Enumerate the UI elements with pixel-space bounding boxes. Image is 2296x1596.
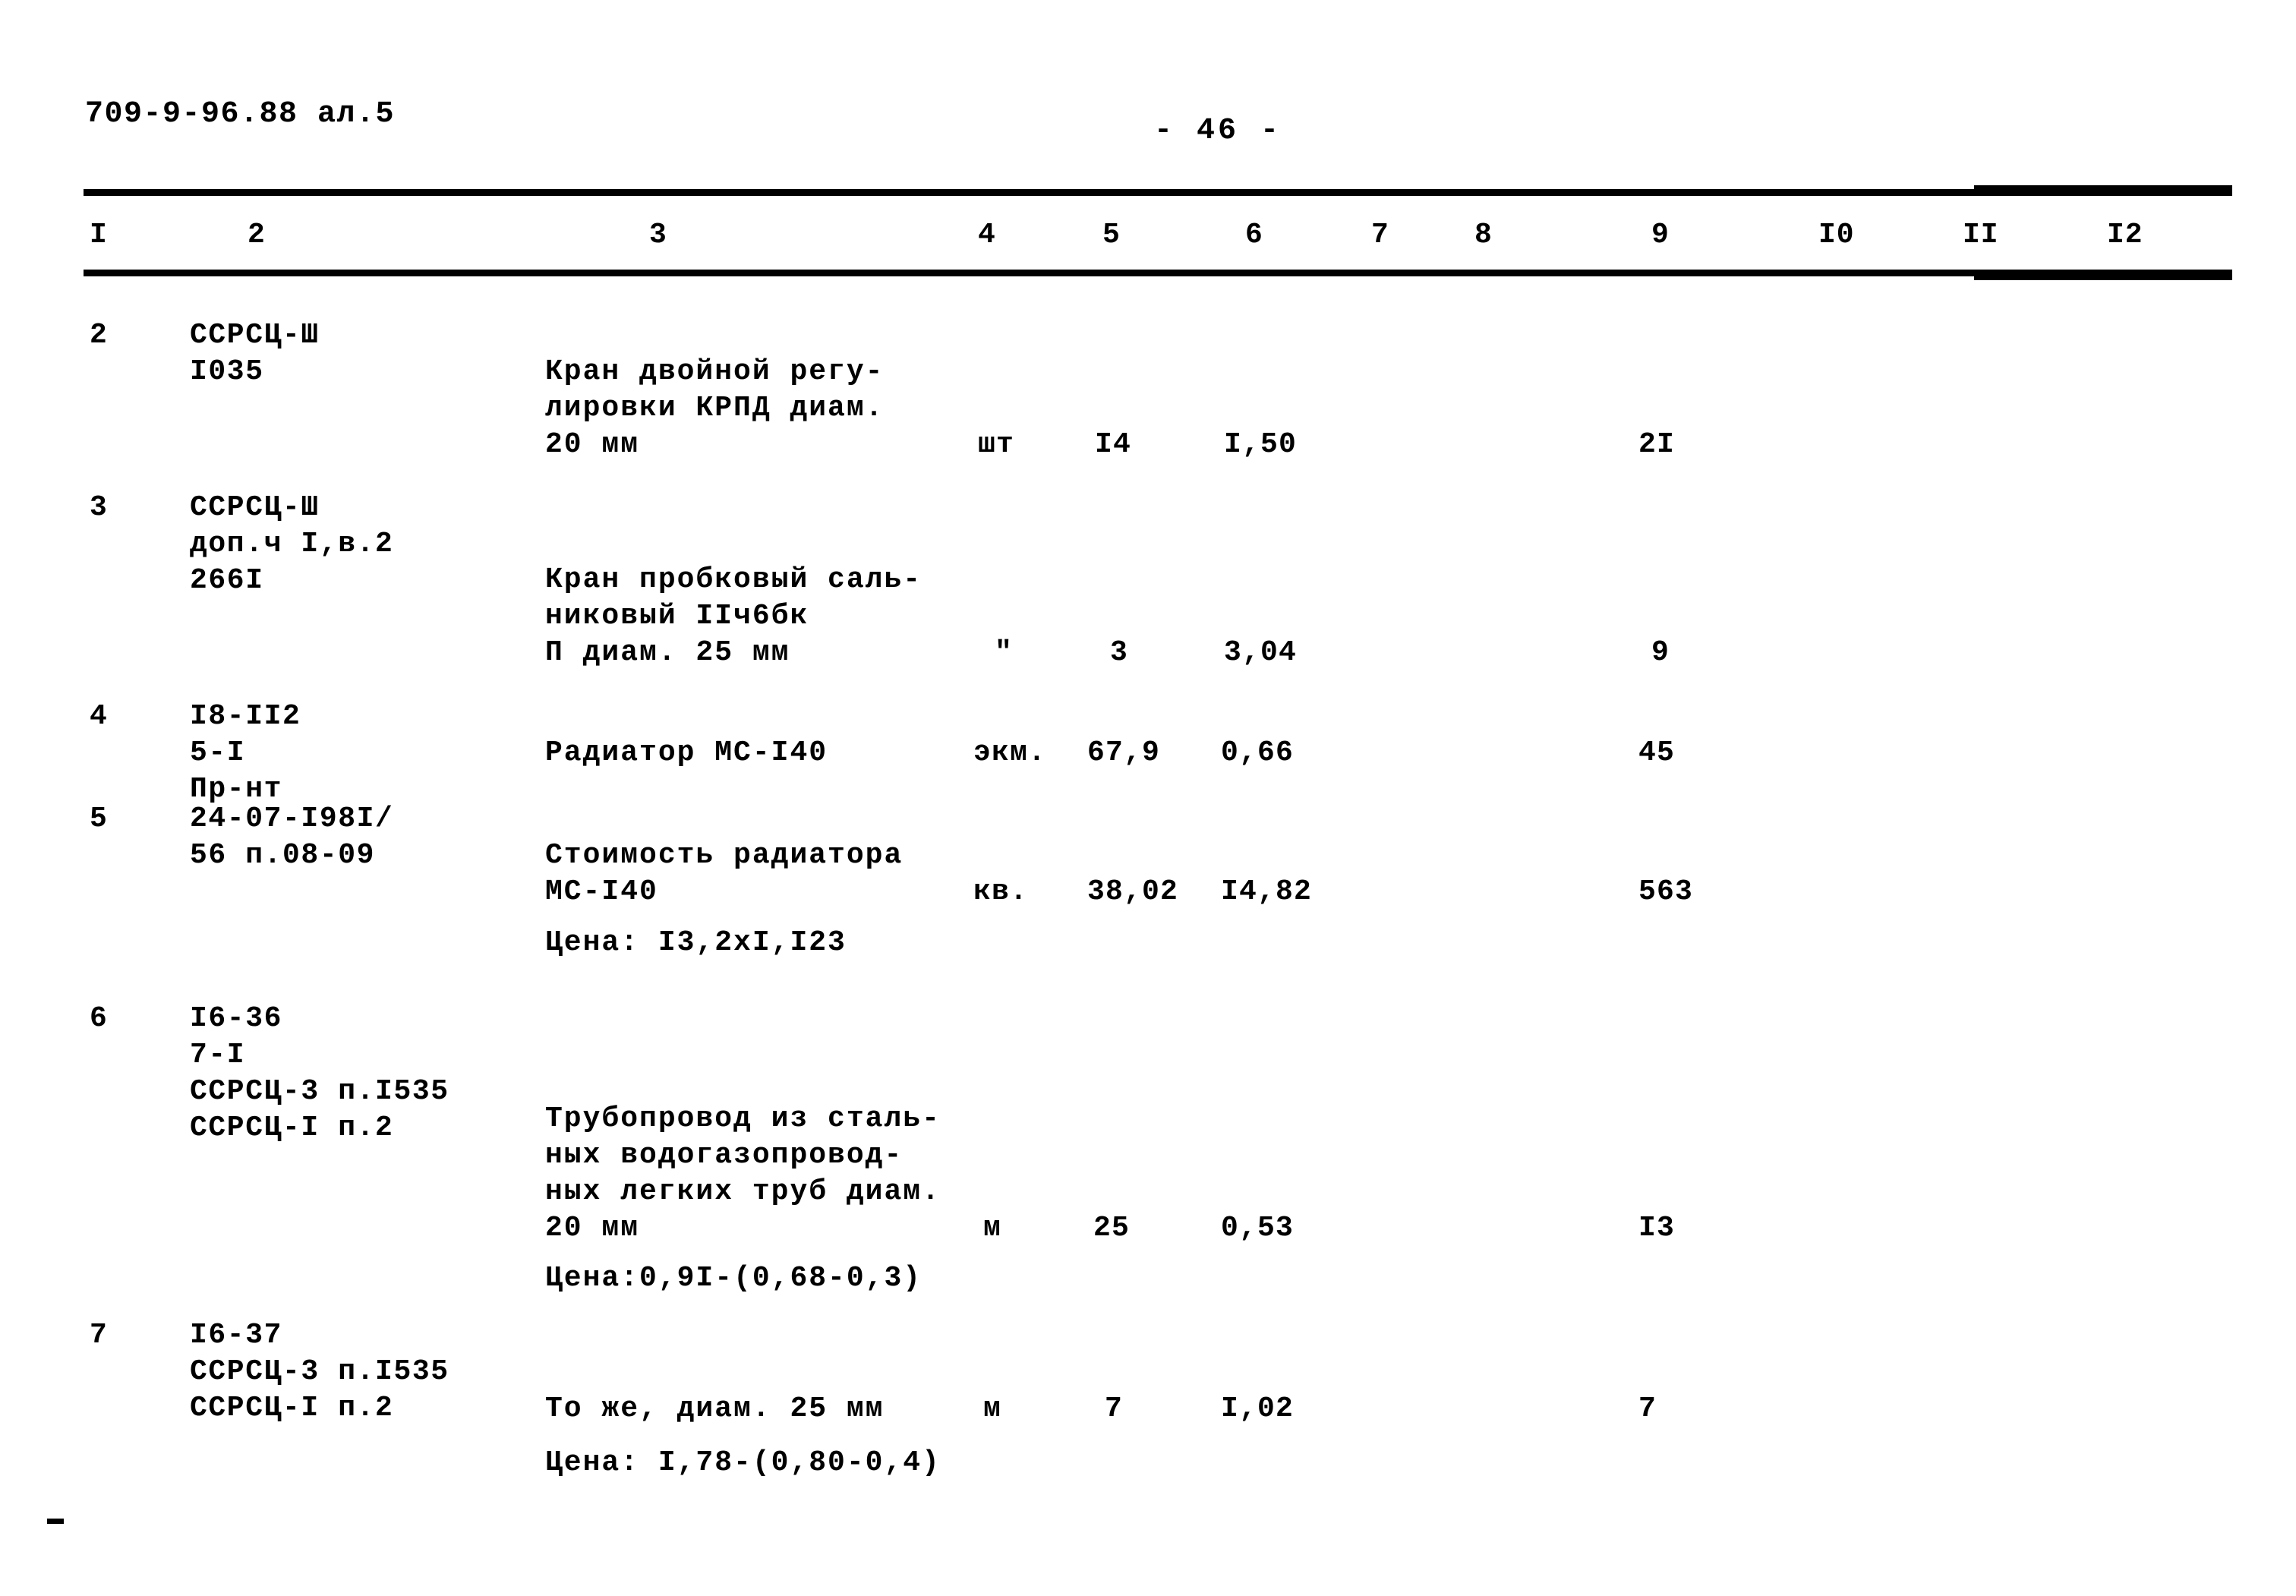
table-row: " <box>995 636 1014 669</box>
table-bottom-rule <box>84 270 2232 276</box>
column-header-5: 5 <box>1102 219 1121 251</box>
page-tick-mark <box>47 1519 64 1524</box>
column-header-8: 8 <box>1474 219 1493 251</box>
column-header-6: 6 <box>1245 219 1263 251</box>
table-row: 2I <box>1638 428 1676 461</box>
table-row: 45 <box>1638 736 1676 769</box>
column-header-2: 2 <box>248 219 266 251</box>
table-row: 4 <box>90 700 109 733</box>
table-row: Кран пробковый саль- никовый IIч6бк П ди… <box>545 563 922 669</box>
table-row: I,02 <box>1221 1393 1295 1425</box>
table-row: 0,66 <box>1221 736 1295 769</box>
table-row: ССРСЦ-Ш I035 <box>190 319 320 388</box>
table-row: 563 <box>1638 875 1694 908</box>
table-row: То же, диам. 25 мм <box>545 1393 885 1425</box>
table-row: ССРСЦ-Ш доп.ч I,в.2 266I <box>190 491 394 597</box>
table-row: I6-36 7-I ССРСЦ-3 п.I535 ССРСЦ-I п.2 <box>190 1002 449 1144</box>
column-header-3: 3 <box>649 219 667 251</box>
table-row: I4,82 <box>1221 875 1313 908</box>
column-header-1: I <box>90 219 108 251</box>
table-row: 38,02 <box>1087 875 1179 908</box>
table-top-rule-step <box>1974 185 2232 192</box>
table-row: 0,53 <box>1221 1212 1295 1244</box>
table-row: I4 <box>1095 428 1132 461</box>
table-row: 25 <box>1093 1212 1131 1244</box>
table-row: 7 <box>1105 1393 1124 1425</box>
table-row: м <box>983 1393 1002 1425</box>
document-code: 709-9-96.88 ал.5 <box>85 97 396 131</box>
row-note: Цена: I3,2xI,I23 <box>545 926 847 959</box>
table-row: I6-37 ССРСЦ-3 п.I535 ССРСЦ-I п.2 <box>190 1319 449 1424</box>
table-row: кв. <box>973 875 1029 908</box>
row-note: Цена: I,78-(0,80-0,4) <box>545 1446 941 1479</box>
table-row: шт <box>978 428 1015 461</box>
table-row: I3 <box>1638 1212 1676 1244</box>
table-row: 67,9 <box>1087 736 1161 769</box>
page-number: - 46 - <box>1154 114 1282 148</box>
table-row: 3,04 <box>1224 636 1298 669</box>
column-header-4: 4 <box>978 219 996 251</box>
table-row: Трубопровод из сталь- ных водогазопровод… <box>545 1102 941 1244</box>
table-row: 5 <box>90 803 109 835</box>
table-row: м <box>983 1212 1002 1244</box>
table-bottom-rule-step <box>1974 273 2232 280</box>
table-row: Радиатор МС-I40 <box>545 736 828 769</box>
table-top-rule <box>84 189 2232 196</box>
table-row: Кран двойной регу- лировки КРПД диам. 20… <box>545 355 885 461</box>
table-row: I8-II2 5-I Пр-нт <box>190 700 301 806</box>
table-row: Стоимость радиатора МС-I40 <box>545 839 904 908</box>
table-row: I,50 <box>1224 428 1298 461</box>
table-row: 7 <box>1638 1393 1657 1425</box>
table-row: 24-07-I98I/ 56 п.08-09 <box>190 803 394 872</box>
table-row: 7 <box>90 1319 109 1352</box>
table-row: 6 <box>90 1002 109 1035</box>
row-note: Цена:0,9I-(0,68-0,3) <box>545 1262 922 1295</box>
table-row: 3 <box>1110 636 1129 669</box>
table-row: 2 <box>90 319 109 352</box>
column-header-12: I2 <box>2107 219 2143 251</box>
table-row: экм. <box>973 736 1047 769</box>
column-header-9: 9 <box>1651 219 1670 251</box>
column-header-7: 7 <box>1371 219 1389 251</box>
table-row: 9 <box>1651 636 1670 669</box>
document-page: 709-9-96.88 ал.5 - 46 - I 2 3 4 5 6 7 8 … <box>0 0 2296 1596</box>
table-row: 3 <box>90 491 109 524</box>
column-header-11: II <box>1963 219 1999 251</box>
column-header-10: I0 <box>1818 219 1855 251</box>
